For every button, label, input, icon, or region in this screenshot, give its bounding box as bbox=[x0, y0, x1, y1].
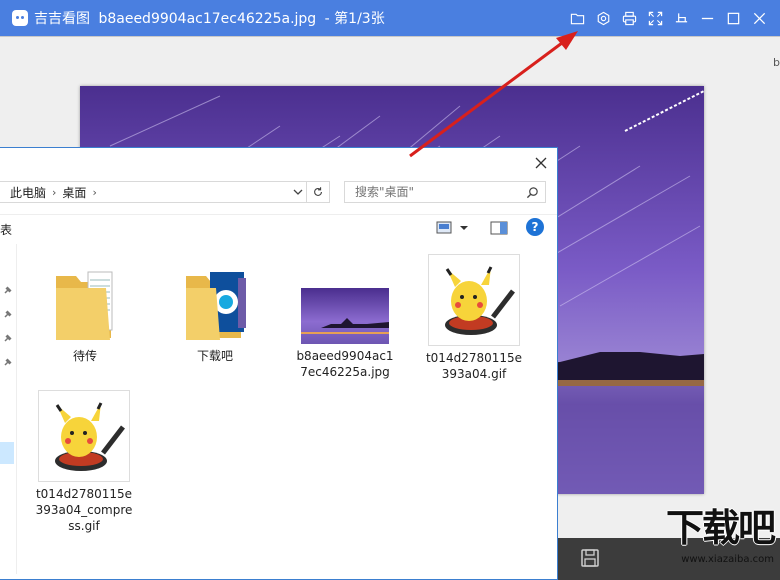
file-name-label: b8aeed9904ac17ec46225a.jpg bbox=[296, 349, 394, 379]
breadcrumb-this-pc[interactable]: 此电脑 bbox=[10, 184, 46, 201]
viewer-titlebar: 吉吉看图 b8aeed9904ac17ec46225a.jpg - 第1/3张 bbox=[0, 0, 780, 36]
fullscreen-icon[interactable] bbox=[642, 0, 668, 36]
file-item-image[interactable]: b8aeed9904ac17ec46225a.jpg bbox=[295, 258, 395, 380]
explorer-close-icon[interactable] bbox=[529, 151, 553, 175]
save-icon[interactable] bbox=[578, 546, 602, 570]
close-icon[interactable] bbox=[746, 0, 772, 36]
pin-icon[interactable] bbox=[3, 332, 13, 342]
folder-icon bbox=[50, 258, 120, 344]
file-explorer-window: 此电脑 › 桌面 › 表 ? bbox=[0, 147, 558, 580]
app-logo-icon bbox=[12, 10, 28, 26]
breadcrumb-desktop[interactable]: 桌面 bbox=[62, 184, 86, 201]
watermark-url: www.xiazaiba.com bbox=[681, 554, 774, 565]
file-item-folder-image[interactable]: 下载吧 bbox=[165, 258, 265, 364]
refresh-icon[interactable] bbox=[306, 182, 329, 202]
pikachu-thumbnail-icon bbox=[38, 390, 130, 482]
pin-icon[interactable] bbox=[3, 308, 13, 318]
search-input[interactable] bbox=[353, 184, 527, 200]
pin-icon[interactable] bbox=[3, 284, 13, 294]
viewer-title: 吉吉看图 b8aeed9904ac17ec46225a.jpg - 第1/3张 bbox=[34, 8, 389, 28]
address-dropdown-icon[interactable] bbox=[291, 185, 305, 199]
search-icon[interactable] bbox=[526, 186, 539, 199]
file-item-folder[interactable]: 待传 bbox=[35, 258, 135, 364]
page-info: - 第1/3张 bbox=[324, 11, 385, 27]
file-item-gif[interactable]: t014d2780115e393a04.gif bbox=[424, 254, 524, 382]
nav-selected-item[interactable] bbox=[0, 442, 14, 464]
address-bar[interactable]: 此电脑 › 桌面 › bbox=[0, 181, 330, 203]
preview-pane-icon[interactable] bbox=[490, 220, 508, 236]
print-icon[interactable] bbox=[616, 0, 642, 36]
pin-icon[interactable] bbox=[3, 356, 13, 366]
image-thumbnail-icon bbox=[299, 258, 391, 344]
folder-icon bbox=[180, 258, 250, 344]
file-item-gif[interactable]: t014d2780115e393a04_compress.gif bbox=[34, 390, 134, 534]
file-name-label: t014d2780115e393a04.gif bbox=[425, 351, 523, 381]
navigation-pane bbox=[0, 244, 17, 574]
file-name: b8aeed9904ac17ec46225a.jpg bbox=[98, 11, 317, 27]
app-name: 吉吉看图 bbox=[34, 11, 90, 27]
watermark-logo: 下载吧 bbox=[665, 506, 776, 550]
settings-icon[interactable] bbox=[590, 0, 616, 36]
command-bar-label[interactable]: 表 bbox=[0, 221, 12, 238]
maximize-icon[interactable] bbox=[720, 0, 746, 36]
site-watermark: 下载吧 www.xiazaiba.com bbox=[644, 502, 776, 578]
vertical-scrollbar[interactable] bbox=[549, 244, 555, 574]
help-button[interactable]: ? bbox=[526, 218, 544, 236]
pin-icon[interactable] bbox=[668, 0, 694, 36]
search-box[interactable] bbox=[344, 181, 546, 203]
pikachu-thumbnail-icon bbox=[428, 254, 520, 346]
view-options-icon[interactable] bbox=[436, 220, 470, 236]
file-name-label: t014d2780115e393a04_compress.gif bbox=[35, 487, 133, 533]
explorer-command-bar: 表 ? bbox=[0, 214, 557, 241]
breadcrumb-chevron-icon[interactable]: › bbox=[52, 186, 56, 199]
file-name-label: 下载吧 bbox=[196, 349, 233, 363]
breadcrumb-chevron-icon[interactable]: › bbox=[92, 186, 96, 199]
explorer-navbar: 此电脑 › 桌面 › bbox=[0, 179, 557, 207]
open-folder-icon[interactable] bbox=[564, 0, 590, 36]
minimize-icon[interactable] bbox=[694, 0, 720, 36]
side-panel-stub: b bbox=[773, 56, 780, 69]
titlebar-divider bbox=[0, 36, 780, 37]
file-name-label: 待传 bbox=[72, 349, 97, 363]
